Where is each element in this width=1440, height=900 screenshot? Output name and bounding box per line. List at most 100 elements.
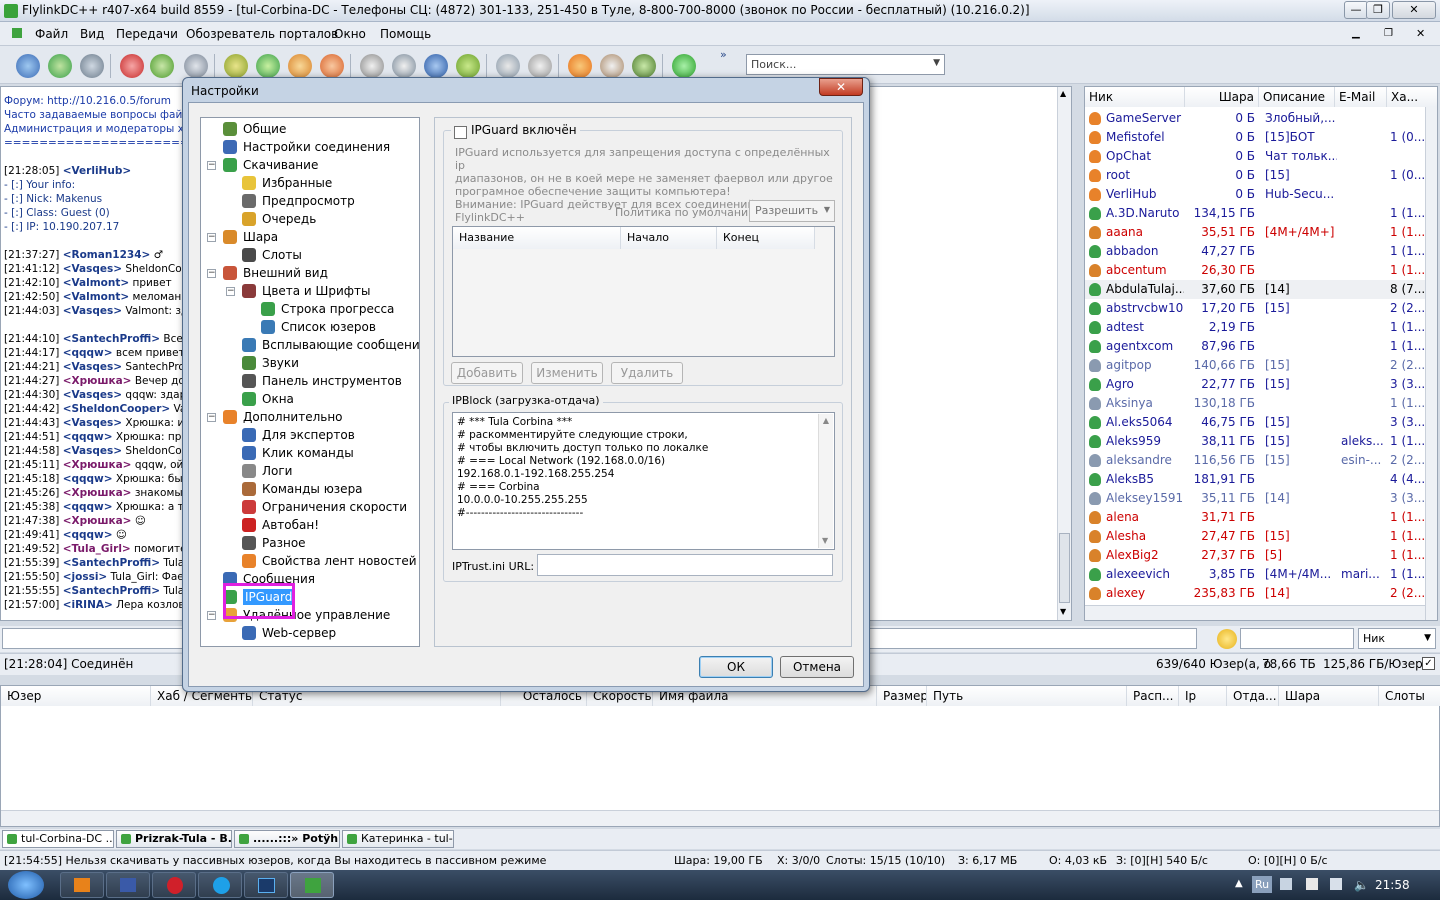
taskbar-flylink[interactable] bbox=[290, 872, 334, 898]
follow-redirect-icon[interactable] bbox=[80, 54, 104, 78]
ipblock-textarea[interactable]: # *** Tula Corbina *** # раскомментируйте… bbox=[452, 412, 835, 550]
chat-nick[interactable]: <Хрюшка> bbox=[63, 459, 132, 471]
tree-item[interactable]: Всплывающие сообщения bbox=[242, 336, 419, 354]
adl-search-icon[interactable] bbox=[392, 54, 416, 78]
tree-item[interactable]: Очередь bbox=[242, 210, 316, 228]
settings-icon[interactable] bbox=[568, 54, 592, 78]
show-userlist-checkbox[interactable]: ✓ bbox=[1422, 657, 1435, 670]
tree-expand-toggle[interactable]: − bbox=[207, 611, 216, 620]
user-row[interactable]: Mefistofel 0 Б [15]БОТ 1 (0... bbox=[1085, 128, 1425, 147]
user-row[interactable]: AbdulaTulaj... 37,60 ГБ [14] 8 (7... bbox=[1085, 280, 1425, 299]
user-list[interactable]: Ник Шара Описание E-Mail Ха... GameServe… bbox=[1084, 86, 1438, 621]
favorite-users-icon[interactable] bbox=[150, 54, 174, 78]
user-row[interactable]: alena 31,71 ГБ 1 (1... bbox=[1085, 508, 1425, 527]
tree-item[interactable]: Ограничения скорости bbox=[242, 498, 407, 516]
tab-hub-3[interactable]: ......:::» Potÿh ... bbox=[234, 830, 340, 848]
chat-nick[interactable]: <Vasqes> bbox=[63, 263, 122, 275]
user-row[interactable]: Aleksey1591 35,11 ГБ [14] 3 (3... bbox=[1085, 489, 1425, 508]
toolbar-more-button[interactable]: » bbox=[720, 48, 727, 61]
chat-nick[interactable]: <Vasqes> bbox=[63, 417, 122, 429]
tree-item[interactable]: Логи bbox=[242, 462, 292, 480]
minimize-button[interactable]: — bbox=[1344, 1, 1368, 19]
transfers-hscrollbar[interactable] bbox=[1, 810, 1439, 826]
language-indicator[interactable]: Ru bbox=[1252, 876, 1272, 893]
finished-downloads-icon[interactable] bbox=[256, 54, 280, 78]
scroll-up-icon[interactable]: ▲ bbox=[819, 414, 833, 427]
ipguard-range-list[interactable]: Название Начало Конец bbox=[452, 226, 835, 357]
user-row[interactable]: abcentum 26,30 ГБ 1 (1... bbox=[1085, 261, 1425, 280]
chat-nick[interactable]: <Tula_Girl> bbox=[63, 543, 131, 555]
col-range-name[interactable]: Название bbox=[453, 227, 621, 249]
user-row[interactable]: alexeevich 3,85 ГБ [4M+/4M... mari... 1 (1..… bbox=[1085, 565, 1425, 584]
user-row[interactable]: Agro 22,77 ГБ [15] 3 (3... bbox=[1085, 375, 1425, 394]
user-row[interactable]: adtest 2,19 ГБ 1 (1... bbox=[1085, 318, 1425, 337]
scroll-down-icon[interactable]: ▼ bbox=[822, 534, 828, 547]
tree-expand-toggle[interactable]: − bbox=[207, 161, 216, 170]
tree-item[interactable]: Слоты bbox=[242, 246, 302, 264]
scroll-thumb[interactable] bbox=[1059, 533, 1070, 603]
user-row[interactable]: aaana 35,51 ГБ [4M+/4M+] 1 (1... bbox=[1085, 223, 1425, 242]
transfers-col[interactable]: Отда... bbox=[1227, 686, 1279, 706]
tree-item[interactable]: Строка прогресса bbox=[261, 300, 394, 318]
chat-nick[interactable]: <SantechProffi> bbox=[63, 333, 160, 345]
connect-icon[interactable] bbox=[16, 54, 40, 78]
search-icon[interactable] bbox=[360, 54, 384, 78]
tree-item[interactable]: Общие bbox=[223, 120, 286, 138]
taskbar-opera[interactable] bbox=[152, 872, 196, 898]
finished-uploads-icon[interactable] bbox=[320, 54, 344, 78]
network-icon[interactable] bbox=[1330, 878, 1342, 890]
transfers-col[interactable]: Ip bbox=[1179, 686, 1227, 706]
search-dropdown-icon[interactable]: ▼ bbox=[933, 58, 940, 68]
close-button[interactable]: ✕ bbox=[1392, 1, 1436, 19]
favorite-hubs-icon[interactable] bbox=[120, 54, 144, 78]
start-button[interactable] bbox=[8, 871, 44, 899]
menu-help[interactable]: Помощь bbox=[380, 27, 431, 41]
transfers-col[interactable]: Слоты bbox=[1379, 686, 1440, 706]
col-description[interactable]: Описание bbox=[1259, 87, 1335, 107]
tab-hub-4[interactable]: Катеринка - tul-... bbox=[342, 830, 454, 848]
chat-scrollbar[interactable]: ▲ ▼ bbox=[1057, 87, 1071, 620]
edit-range-button[interactable]: Изменить bbox=[531, 362, 603, 384]
chat-nick[interactable]: <Хрюшка> bbox=[63, 515, 132, 527]
tree-item[interactable]: Окна bbox=[242, 390, 294, 408]
tree-item[interactable]: Избранные bbox=[242, 174, 332, 192]
open-filelist-icon[interactable] bbox=[496, 54, 520, 78]
user-row[interactable]: VerliHub 0 Б Hub-Secu... bbox=[1085, 185, 1425, 204]
user-row[interactable]: agitpop 140,66 ГБ [15] 2 (2... bbox=[1085, 356, 1425, 375]
dialog-close-button[interactable]: ✕ bbox=[819, 78, 863, 96]
tree-item[interactable]: Звуки bbox=[242, 354, 299, 372]
mdi-minimize-icon[interactable]: ▁ bbox=[1352, 28, 1360, 39]
chat-nick[interactable]: <Vasqes> bbox=[63, 389, 122, 401]
chat-nick[interactable]: <qqqw> bbox=[63, 431, 113, 443]
menu-view[interactable]: Вид bbox=[80, 27, 104, 41]
user-row[interactable]: root 0 Б [15] 1 (0... bbox=[1085, 166, 1425, 185]
chat-nick[interactable]: <SantechProffi> bbox=[63, 557, 160, 569]
menu-file[interactable]: Файл bbox=[35, 27, 68, 41]
chat-nick[interactable]: <Valmont> bbox=[63, 291, 129, 303]
delete-range-button[interactable]: Удалить bbox=[611, 362, 683, 384]
taskbar-skype[interactable] bbox=[198, 872, 242, 898]
transfers-col[interactable]: Юзер bbox=[1, 686, 151, 706]
chat-nick[interactable]: <VerliHub> bbox=[63, 165, 131, 177]
tree-item[interactable]: Для экспертов bbox=[242, 426, 355, 444]
tree-expand-toggle[interactable]: − bbox=[226, 287, 235, 296]
settings-tree[interactable]: Общие Настройки соединения − Скачивание Избр… bbox=[200, 117, 420, 647]
user-row[interactable]: abbadon 47,27 ГБ 1 (1... bbox=[1085, 242, 1425, 261]
add-range-button[interactable]: Добавить bbox=[451, 362, 523, 384]
volume-icon[interactable]: 🔈 bbox=[1354, 878, 1369, 892]
chat-nick[interactable]: <qqqw> bbox=[63, 529, 113, 541]
chat-nick[interactable]: <Vasqes> bbox=[63, 305, 122, 317]
col-email[interactable]: E-Mail bbox=[1335, 87, 1387, 107]
mdi-restore-icon[interactable]: ❐ bbox=[1384, 28, 1393, 39]
ipguard-checkbox[interactable]: IPGuard включён bbox=[451, 123, 580, 139]
user-row[interactable]: abstrvcbw10 17,20 ГБ [15] 2 (2... bbox=[1085, 299, 1425, 318]
transfers-panel[interactable]: Юзер Хаб / Сегменты Статус Осталось Скорость… bbox=[0, 685, 1440, 827]
col-share[interactable]: Шара bbox=[1185, 87, 1259, 107]
user-row[interactable]: Aksinya 130,18 ГБ 1 (1... bbox=[1085, 394, 1425, 413]
iptrust-url-input[interactable] bbox=[537, 554, 833, 576]
chat-nick[interactable]: <SheldonCooper> bbox=[63, 403, 171, 415]
user-row[interactable]: alexey 235,83 ГБ [14] 2 (2... bbox=[1085, 584, 1425, 603]
scroll-down-icon[interactable]: ▼ bbox=[1060, 607, 1066, 616]
chat-nick[interactable]: <qqqw> bbox=[63, 501, 113, 513]
chat-nick[interactable]: <iRINA> bbox=[63, 599, 113, 611]
